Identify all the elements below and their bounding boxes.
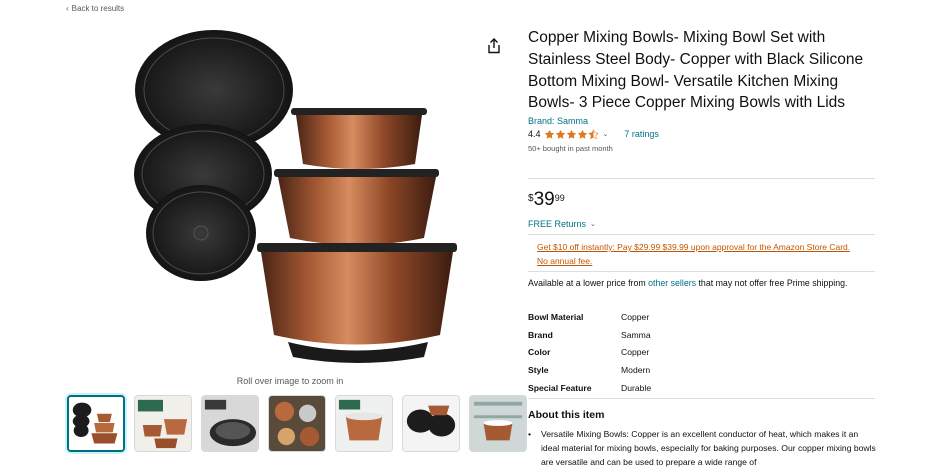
divider [528, 234, 875, 235]
thumbnail-5[interactable] [335, 395, 393, 452]
thumbnail-strip [67, 395, 527, 452]
spec-value: Modern [621, 364, 651, 375]
other-sellers-link[interactable]: other sellers [648, 278, 696, 288]
product-title: Copper Mixing Bowls- Mixing Bowl Set wit… [528, 29, 864, 112]
bought-in-past-month: 50+ bought in past month [528, 144, 613, 154]
rating-row: 4.4 ⌄ 7 ratings [528, 128, 878, 140]
divider [528, 398, 875, 399]
chevron-down-icon: ⌄ [590, 221, 596, 228]
spec-value: Copper [621, 311, 650, 322]
thumbnail-7[interactable] [469, 395, 527, 452]
thumbnail-4[interactable] [268, 395, 326, 452]
spec-row: Special Feature Durable [528, 379, 651, 397]
spec-key: Style [528, 364, 549, 375]
price-fraction: 99 [554, 193, 565, 203]
zoom-hint: Roll over image to zoom in [236, 376, 344, 386]
availability-pre: Available at a lower price from [528, 278, 649, 288]
price: $ 39 99 [528, 190, 565, 210]
thumbnail-1[interactable] [67, 395, 125, 452]
thumbnail-3[interactable] [201, 395, 259, 452]
half-star-icon [587, 128, 599, 139]
back-to-results-link[interactable]: ‹ Back to results [66, 4, 124, 13]
bullet: • [528, 429, 532, 439]
chevron-down-icon[interactable]: ⌄ [603, 130, 609, 138]
thumbnail-2[interactable] [134, 395, 192, 452]
spec-key: Bowl Material [528, 311, 584, 322]
availability-note: Available at a lower price from other se… [528, 276, 858, 290]
ratings-count-link[interactable]: 7 ratings [624, 129, 659, 139]
spec-value: Samma [621, 329, 651, 340]
store-card-promo-link[interactable]: Get $10 off instantly: Pay $29.99 $39.99… [537, 241, 857, 268]
divider [528, 178, 875, 179]
star-icon [566, 129, 576, 139]
spec-row: Bowl Material Copper [528, 308, 651, 326]
product-specs-table: Bowl Material Copper Brand Samma Color C… [528, 308, 651, 396]
main-product-image[interactable] [118, 24, 463, 369]
star-icon [577, 129, 587, 139]
about-this-item-heading: About this item [528, 409, 605, 421]
brand-link[interactable]: Brand: Samma [528, 116, 878, 126]
rating-number: 4.4 [528, 129, 541, 140]
chevron-left-icon: ‹ [66, 4, 69, 13]
spec-key: Special Feature [528, 382, 592, 393]
star-icon [544, 129, 554, 139]
star-icon [555, 129, 565, 139]
spec-row: Style Modern [528, 361, 651, 379]
free-returns-label: FREE Returns [528, 219, 587, 229]
free-returns-link[interactable]: FREE Returns ⌄ [528, 219, 596, 229]
list-item: • Versatile Mixing Bowls: Copper is an e… [528, 427, 878, 468]
spec-key: Brand [528, 329, 553, 340]
about-item-text: Versatile Mixing Bowls: Copper is an exc… [541, 429, 876, 468]
star-rating[interactable] [544, 128, 599, 140]
product-info: Copper Mixing Bowls- Mixing Bowl Set wit… [528, 27, 878, 153]
spec-row: Color Copper [528, 343, 651, 361]
share-icon[interactable] [487, 38, 501, 54]
spec-key: Color [528, 347, 551, 358]
spec-value: Copper [621, 347, 650, 358]
divider [528, 271, 875, 272]
price-whole: 39 [533, 189, 555, 210]
thumbnail-6[interactable] [402, 395, 460, 452]
spec-value: Durable [621, 382, 652, 393]
back-link-label: Back to results [71, 4, 125, 13]
spec-row: Brand Samma [528, 326, 651, 344]
availability-post: that may not offer free Prime shipping. [696, 278, 848, 288]
about-this-item-list: • Versatile Mixing Bowls: Copper is an e… [528, 427, 878, 468]
